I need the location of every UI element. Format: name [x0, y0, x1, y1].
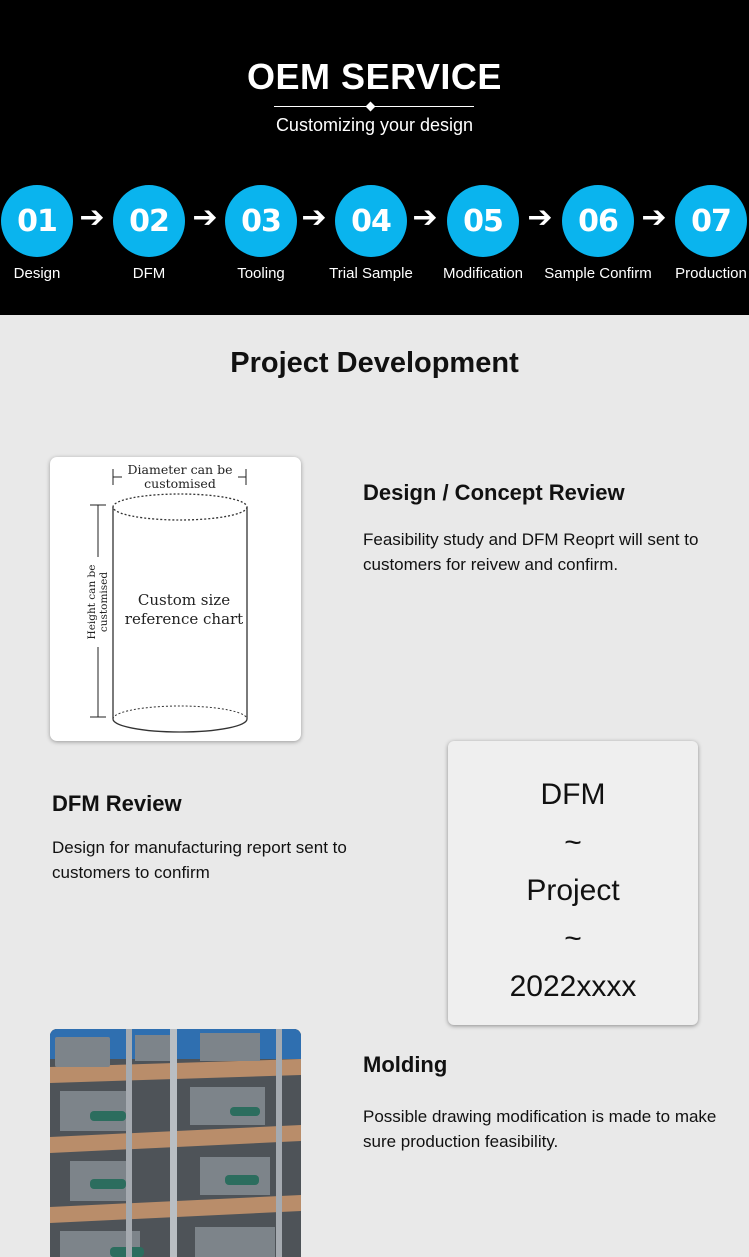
step-number-badge: 03	[225, 185, 297, 257]
diameter-label-line1: Diameter can be	[128, 462, 233, 477]
divider-diamond-icon	[365, 101, 376, 112]
dfm-box-line: 2022xxxx	[509, 970, 637, 1003]
step-label: Tooling	[237, 265, 285, 282]
dfm-box-line: DFM	[540, 778, 606, 811]
step-sample-confirm: 06 Sample Confirm	[543, 185, 653, 282]
step-label: Production	[675, 265, 747, 282]
mold-rack-illustration	[50, 1029, 301, 1257]
step-number-badge: 07	[675, 185, 747, 257]
dfm-project-card: DFM ~ Project ~ 2022xxxx	[448, 741, 698, 1025]
oem-title: OEM SERVICE	[247, 56, 502, 97]
dfm-box-line: Project	[526, 874, 620, 907]
diameter-label-line2: customised	[144, 476, 216, 491]
dfm-review-text: Design for manufacturing report sent to …	[52, 838, 347, 882]
step-label: Modification	[442, 265, 524, 282]
custom-size-chart-image: Diameter can be customised Height can be…	[50, 457, 301, 741]
step-production: 07 Production	[656, 185, 749, 282]
dfm-box-line: ~	[564, 826, 582, 859]
step-number-badge: 04	[335, 185, 407, 257]
step-label: DFM	[132, 265, 166, 282]
project-development-title: Project Development	[230, 347, 519, 379]
step-number-badge: 06	[562, 185, 634, 257]
cylinder-diagram: Diameter can be customised Height can be…	[83, 461, 248, 733]
step-label: Trial Sample	[329, 265, 413, 282]
molding-shelf-photo	[50, 1029, 301, 1257]
step-dfm: 02 DFM	[94, 185, 204, 282]
step-label: Sample Confirm	[544, 265, 652, 282]
step-label: Design	[13, 265, 61, 282]
step-number-badge: 02	[113, 185, 185, 257]
height-label-line2: customised	[98, 572, 110, 632]
step-number-badge: 05	[447, 185, 519, 257]
step-number-badge: 01	[1, 185, 73, 257]
dfm-review-title: DFM Review	[52, 791, 182, 816]
oem-service-banner: OEM SERVICE Customizing your design 01 D…	[0, 0, 749, 315]
step-modification: 05 Modification	[428, 185, 538, 282]
height-label-line1: Height can be	[86, 565, 98, 640]
molding-title: Molding	[363, 1052, 448, 1077]
chart-center-line2: reference chart	[125, 610, 243, 628]
oem-subtitle: Customizing your design	[275, 115, 474, 135]
design-review-text: Feasibility study and DFM Reoprt will se…	[363, 530, 699, 574]
chart-center-line1: Custom size	[138, 591, 230, 609]
design-review-title: Design / Concept Review	[363, 480, 625, 505]
dfm-box-line: ~	[564, 922, 582, 955]
molding-text: Possible drawing modification is made to…	[363, 1107, 717, 1151]
